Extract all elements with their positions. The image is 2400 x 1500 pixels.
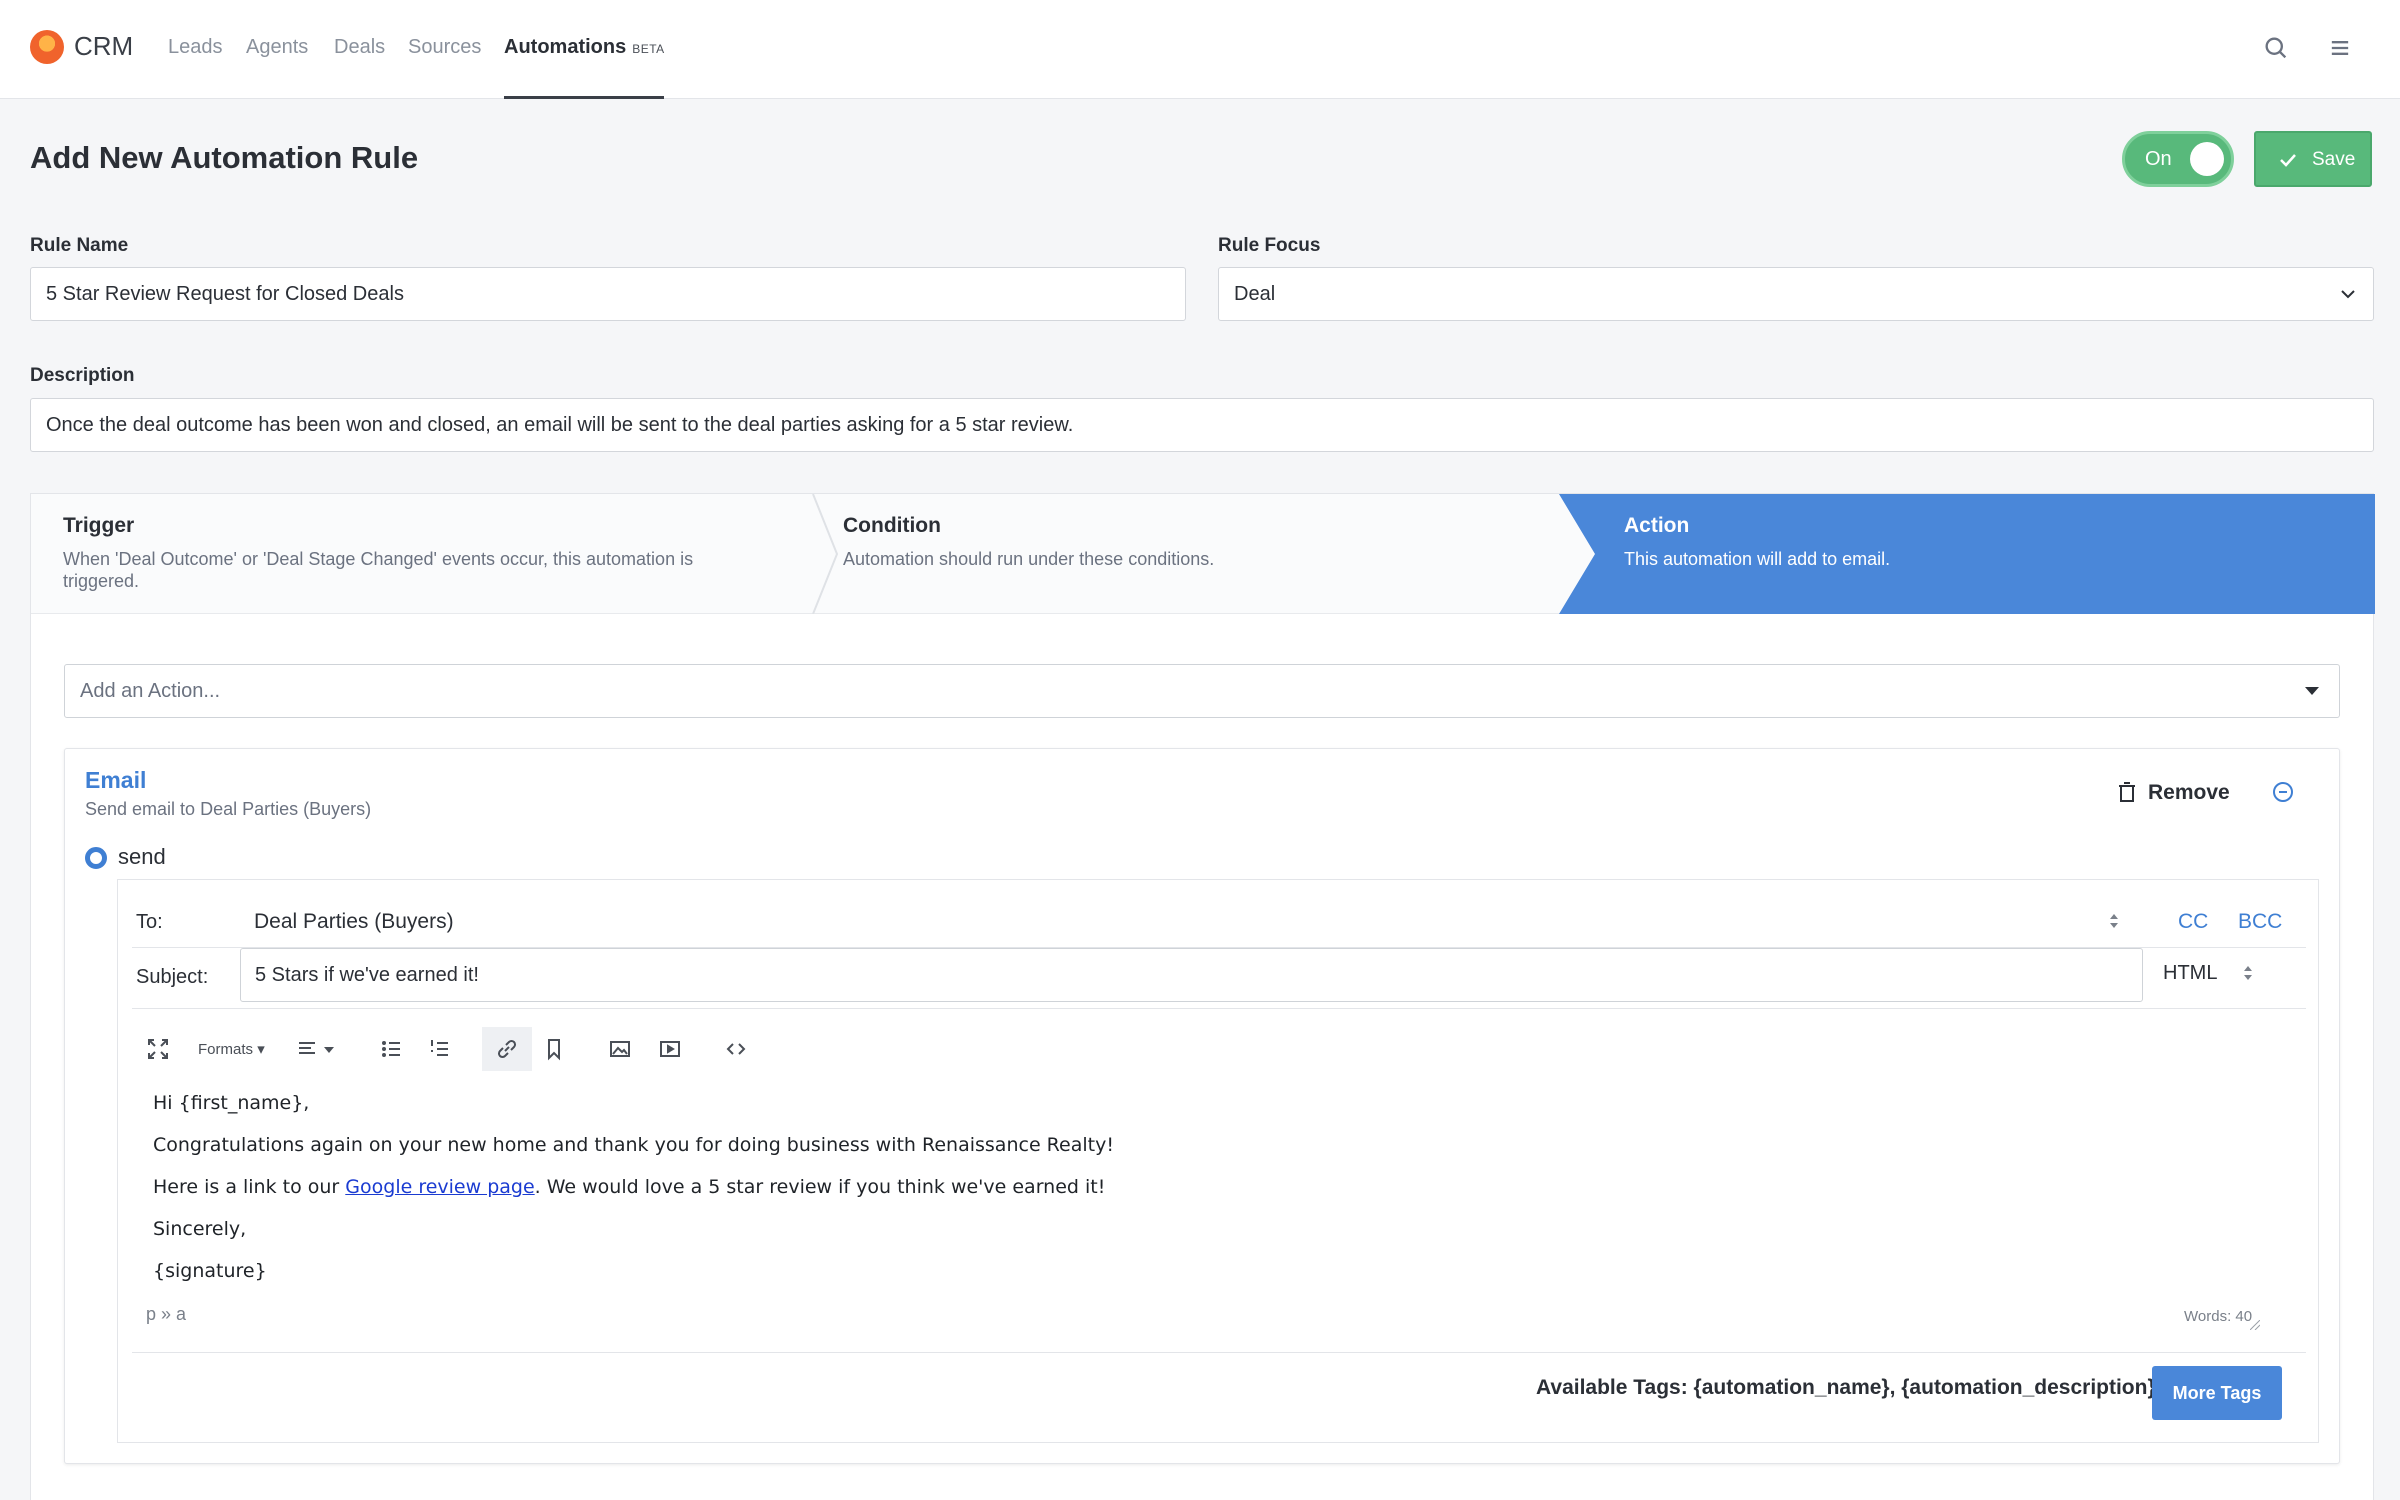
brand-name[interactable]: CRM [74,31,133,62]
caret-down-icon [324,1047,334,1053]
format-select[interactable]: HTML [2163,962,2217,985]
active-tab-indicator [504,96,664,99]
email-body-text: Here is a link to our [153,1176,346,1198]
email-action-card: Email Send email to Deal Parties (Buyers… [64,748,2340,1464]
trash-icon [2119,782,2135,802]
add-action-placeholder: Add an Action... [80,680,221,702]
step-trigger-desc: When 'Deal Outcome' or 'Deal Stage Chang… [63,548,693,592]
collapse-circle-icon[interactable] [2271,780,2295,804]
rule-enabled-toggle[interactable]: On [2122,131,2234,187]
description-input[interactable]: Once the deal outcome has been won and c… [30,398,2374,452]
rule-focus-value: Deal [1234,283,1276,305]
bcc-link[interactable]: BCC [2238,910,2282,934]
resize-handle-icon[interactable] [2250,1320,2260,1330]
cc-link[interactable]: CC [2178,910,2208,934]
rule-name-input[interactable]: 5 Star Review Request for Closed Deals [30,267,1186,321]
image-icon[interactable] [608,1037,632,1061]
email-body-line[interactable]: Sincerely, [153,1218,246,1240]
step-condition-title[interactable]: Condition [843,514,941,538]
caret-down-icon [2305,687,2319,695]
nav-item-agents[interactable]: Agents [246,36,308,59]
toggle-knob [2190,142,2224,176]
rule-name-label: Rule Name [30,235,129,256]
email-action-title[interactable]: Email [85,767,146,794]
available-tags: Available Tags: {automation_name}, {auto… [1536,1376,2156,1399]
align-left-icon[interactable] [296,1037,320,1061]
nav-item-automations[interactable]: Automations BETA [504,36,665,59]
save-button[interactable]: Save [2254,131,2372,187]
media-icon[interactable] [658,1037,682,1061]
send-radio[interactable] [85,847,107,869]
flame-logo-icon[interactable] [30,30,64,64]
rule-focus-select[interactable]: Deal [1218,267,2374,321]
divider [132,1352,2306,1353]
step-trigger-desc-line1: When 'Deal Outcome' or 'Deal Stage Chang… [63,549,694,569]
save-button-label: Save [2312,149,2356,170]
description-label: Description [30,365,135,386]
rule-focus-label: Rule Focus [1218,235,1321,256]
step-trigger-desc-line2: triggered. [63,571,140,591]
beta-badge: BETA [632,42,665,56]
formats-dropdown[interactable]: Formats ▾ [198,1040,265,1058]
select-arrows-icon [2110,914,2118,928]
subject-input[interactable]: 5 Stars if we've earned it! [240,948,2143,1002]
subject-label: Subject: [136,966,209,988]
email-compose: To: Deal Parties (Buyers) CC BCC Subject… [117,879,2319,1443]
word-count: Words: 40 [2184,1308,2253,1325]
step-condition-desc: Automation should run under these condit… [843,549,1215,569]
step-action-desc: This automation will add to email. [1624,549,1891,569]
automation-panel: Trigger When 'Deal Outcome' or 'Deal Sta… [30,493,2375,1500]
nav-item-automations-label: Automations [504,36,627,58]
send-radio-label: send [118,844,166,869]
nav-item-sources[interactable]: Sources [408,36,481,59]
menu-icon[interactable] [2326,34,2354,62]
search-icon[interactable] [2262,34,2290,62]
add-action-select[interactable]: Add an Action... [64,664,2340,718]
email-body-line[interactable]: Here is a link to our Google review page… [153,1176,1105,1198]
email-action-subtitle: Send email to Deal Parties (Buyers) [85,799,372,819]
element-path[interactable]: p » a [146,1304,186,1325]
remove-action-label: Remove [2148,781,2230,804]
code-icon[interactable] [724,1037,748,1061]
email-body-text: . We would love a 5 star review if you t… [534,1176,1106,1198]
caret-down-icon: ▾ [257,1041,265,1058]
email-body-line[interactable]: Hi {first_name}, [153,1092,309,1114]
remove-action-button[interactable]: Remove [2119,781,2230,805]
formats-label: Formats [198,1041,254,1058]
step-trigger-title[interactable]: Trigger [63,514,134,538]
google-review-link[interactable]: Google review page [345,1176,534,1198]
step-separator-icon [812,494,839,614]
format-value: HTML [2163,962,2218,984]
numbered-list-icon[interactable] [428,1037,452,1061]
email-body-line[interactable]: Congratulations again on your new home a… [153,1134,1114,1156]
link-icon[interactable] [495,1037,519,1061]
nav-item-leads[interactable]: Leads [168,36,223,59]
select-arrows-icon [2244,966,2252,980]
toggle-label: On [2145,148,2172,170]
top-nav: CRM Leads Agents Deals Sources Automatio… [0,0,2400,99]
more-tags-button[interactable]: More Tags [2152,1366,2282,1420]
divider [132,1008,2306,1009]
fullscreen-icon[interactable] [146,1037,170,1061]
step-action-title[interactable]: Action [1624,514,1689,538]
step-tabs: Trigger When 'Deal Outcome' or 'Deal Sta… [31,494,2375,614]
check-icon [2280,154,2296,167]
bookmark-icon[interactable] [542,1037,566,1061]
to-recipient-select[interactable]: Deal Parties (Buyers) [254,910,454,934]
to-label: To: [136,911,163,933]
page-title: Add New Automation Rule [30,140,419,175]
bullet-list-icon[interactable] [380,1037,404,1061]
chevron-down-icon [2341,290,2355,299]
email-body-line[interactable]: {signature} [153,1260,267,1282]
nav-item-deals[interactable]: Deals [334,36,385,59]
